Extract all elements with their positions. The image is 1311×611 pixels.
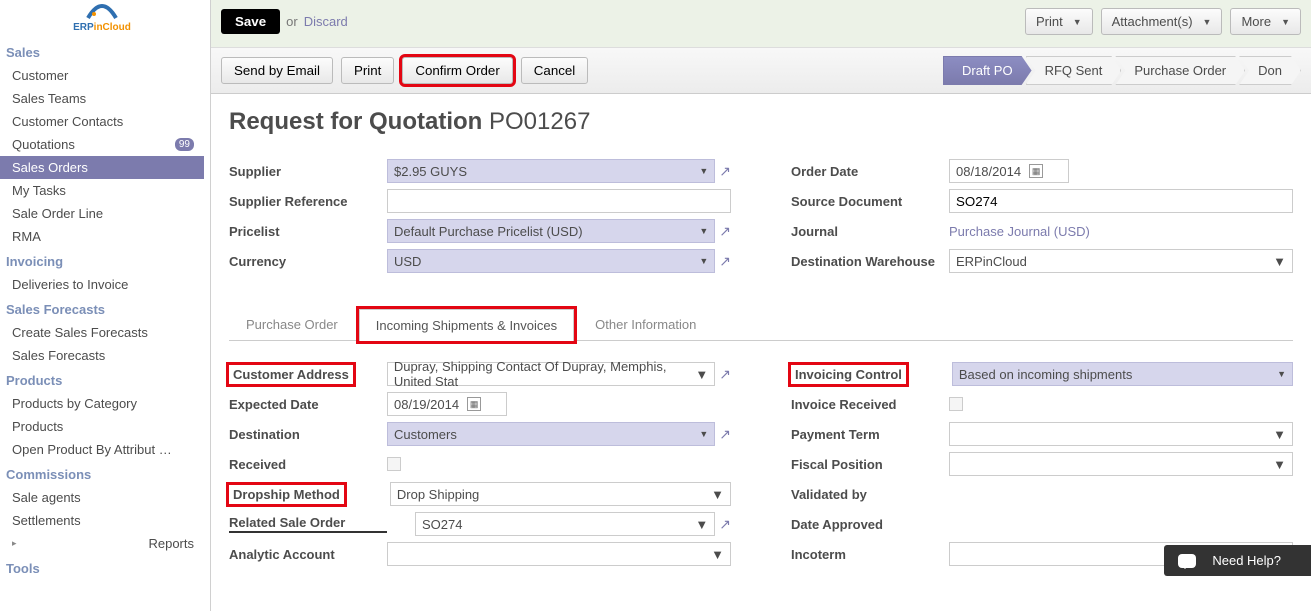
send-email-button[interactable]: Send by Email [221,57,333,84]
payment-term-select[interactable]: ▼ [949,422,1293,446]
validated-by-label: Validated by [791,487,949,502]
sidebar-item[interactable]: Create Sales Forecasts [0,321,204,344]
sidebar-item[interactable]: Products by Category [0,392,204,415]
source-doc-label: Source Document [791,194,949,209]
related-so-open-icon[interactable]: ↗ [719,516,731,533]
sidebar-item[interactable]: Products [0,415,204,438]
customer-address-label: Customer Address [229,365,353,384]
sidebar-item[interactable]: My Tasks [0,179,204,202]
supplier-ref-input[interactable] [387,189,731,213]
pricelist-open-icon[interactable]: ↗ [719,223,731,240]
invoicing-control-select[interactable]: Based on incoming shipments▼ [952,362,1293,386]
fiscal-position-select[interactable]: ▼ [949,452,1293,476]
payment-term-label: Payment Term [791,427,949,442]
pricelist-select[interactable]: Default Purchase Pricelist (USD)▼ [387,219,715,243]
received-checkbox[interactable] [387,457,401,471]
status-step[interactable]: RFQ Sent [1026,56,1122,85]
analytic-label: Analytic Account [229,547,387,562]
date-approved-label: Date Approved [791,517,949,532]
sidebar-item[interactable]: Sale Order Line [0,202,204,225]
dropship-method-label: Dropship Method [229,485,344,504]
sidebar-section: Invoicing [0,248,204,273]
sidebar-item[interactable]: Deliveries to Invoice [0,273,204,296]
tab-purchase-order[interactable]: Purchase Order [229,308,355,340]
sidebar-item[interactable]: Settlements [0,509,204,532]
status-step[interactable]: Draft PO [943,56,1032,85]
sidebar-section: Sales Forecasts [0,296,204,321]
journal-link[interactable]: Purchase Journal (USD) [949,224,1090,239]
supplier-open-icon[interactable]: ↗ [719,163,731,180]
currency-open-icon[interactable]: ↗ [719,253,731,270]
page-title: Request for Quotation PO01267 [229,108,1293,136]
sidebar-section: Commissions [0,461,204,486]
top-print-menu[interactable]: Print [1025,8,1093,35]
sidebar-item[interactable]: Sales Orders [0,156,204,179]
journal-label: Journal [791,224,949,239]
sidebar-item[interactable]: Open Product By Attribut … [0,438,204,461]
incoterm-label: Incoterm [791,547,949,562]
sidebar-item[interactable]: Customer [0,64,204,87]
sidebar-item[interactable]: Sale agents [0,486,204,509]
order-date-input[interactable]: 08/18/2014▦ [949,159,1069,183]
destination-open-icon[interactable]: ↗ [719,426,731,443]
save-button[interactable]: Save [221,9,280,34]
fiscal-position-label: Fiscal Position [791,457,949,472]
sidebar-item[interactable]: Reports [0,532,204,555]
sidebar-item[interactable]: Quotations99 [0,133,204,156]
related-so-label: Related Sale Order [229,515,387,533]
sidebar-item[interactable]: Sales Forecasts [0,344,204,367]
supplier-ref-label: Supplier Reference [229,194,387,209]
customer-address-select[interactable]: Dupray, Shipping Contact Of Dupray, Memp… [387,362,715,386]
sidebar-section: Products [0,367,204,392]
status-step[interactable]: Don [1239,56,1301,85]
supplier-label: Supplier [229,164,387,179]
invoice-received-checkbox[interactable] [949,397,963,411]
currency-label: Currency [229,254,387,269]
sidebar-item[interactable]: Customer Contacts [0,110,204,133]
currency-select[interactable]: USD▼ [387,249,715,273]
invoicing-control-label: Invoicing Control [791,365,906,384]
calendar-icon[interactable]: ▦ [467,397,481,411]
print-button[interactable]: Print [341,57,394,84]
need-help-widget[interactable]: Need Help? [1164,545,1311,576]
destination-label: Destination [229,427,387,442]
customer-address-open-icon[interactable]: ↗ [719,366,731,383]
chat-icon [1178,554,1196,568]
dest-wh-label: Destination Warehouse [791,254,949,269]
supplier-select[interactable]: $2.95 GUYS▼ [387,159,715,183]
sidebar-section: Sales [0,39,204,64]
cancel-button[interactable]: Cancel [521,57,589,84]
discard-link[interactable]: Discard [304,14,348,29]
tab-other-info[interactable]: Other Information [578,308,713,340]
invoice-received-label: Invoice Received [791,397,949,412]
dropship-method-select[interactable]: Drop Shipping▼ [390,482,731,506]
related-so-select[interactable]: SO274▼ [415,512,715,536]
brand-logo: ERPinCloud [0,0,204,39]
or-text: or [286,14,298,29]
destination-select[interactable]: Customers▼ [387,422,715,446]
confirm-order-button[interactable]: Confirm Order [402,57,512,84]
analytic-select[interactable]: ▼ [387,542,731,566]
calendar-icon[interactable]: ▦ [1029,164,1043,178]
expected-date-input[interactable]: 08/19/2014▦ [387,392,507,416]
pricelist-label: Pricelist [229,224,387,239]
sidebar-section: Tools [0,555,204,580]
sidebar-item[interactable]: RMA [0,225,204,248]
order-date-label: Order Date [791,164,949,179]
status-step[interactable]: Purchase Order [1115,56,1245,85]
source-doc-input[interactable] [949,189,1293,213]
expected-date-label: Expected Date [229,397,387,412]
more-menu[interactable]: More [1230,8,1301,35]
attachments-menu[interactable]: Attachment(s) [1101,8,1223,35]
received-label: Received [229,457,387,472]
tab-incoming-shipments[interactable]: Incoming Shipments & Invoices [359,309,574,341]
dest-wh-select[interactable]: ERPinCloud▼ [949,249,1293,273]
sidebar-item[interactable]: Sales Teams [0,87,204,110]
